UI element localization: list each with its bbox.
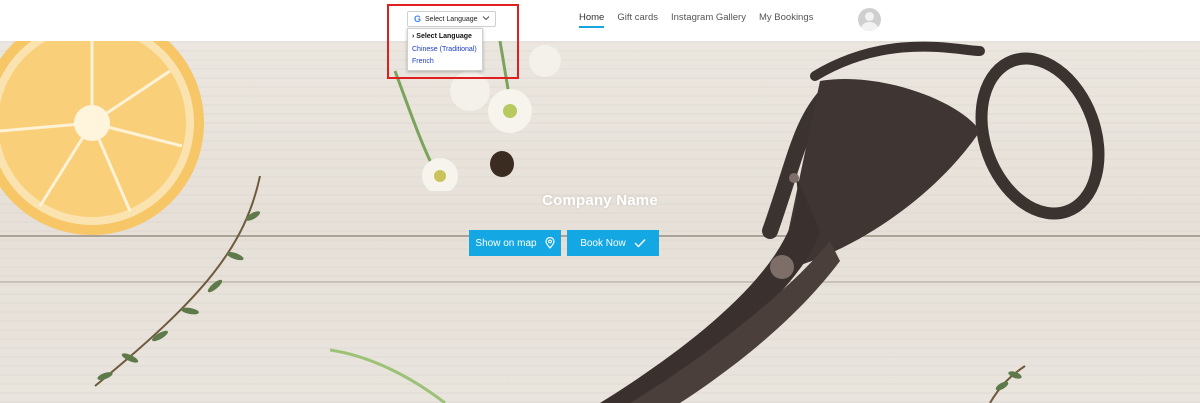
stem-image <box>330 348 446 403</box>
show-on-map-label: Show on map <box>475 237 537 249</box>
language-option-french[interactable]: French <box>412 56 478 69</box>
site-header: G Select Language Home Gift cards Instag… <box>0 0 1200 41</box>
google-icon: G <box>414 14 422 24</box>
avatar-head <box>865 12 874 21</box>
main-nav: Home Gift cards Instagram Gallery My Boo… <box>579 12 813 28</box>
language-option-chinese-traditional[interactable]: Chinese (Traditional) <box>412 44 478 57</box>
nav-gift-cards[interactable]: Gift cards <box>617 12 658 28</box>
language-dropdown-menu: › Select Language Chinese (Traditional) … <box>407 28 483 71</box>
language-option-select[interactable]: › Select Language <box>412 31 478 44</box>
hero-section: Company Name Show on map Book Now <box>0 41 1200 403</box>
language-select[interactable]: G Select Language <box>407 11 496 27</box>
language-select-label: Select Language <box>425 15 478 23</box>
checkmark-icon <box>634 238 646 248</box>
herb-sprig-image <box>94 176 261 387</box>
nav-home[interactable]: Home <box>579 12 605 28</box>
herb-sprig-image <box>989 365 1026 403</box>
nav-instagram-gallery[interactable]: Instagram Gallery <box>671 12 746 28</box>
avatar-body <box>861 22 878 31</box>
user-avatar-icon[interactable] <box>858 8 881 31</box>
map-pin-icon <box>544 237 555 249</box>
show-on-map-button[interactable]: Show on map <box>469 230 561 256</box>
book-now-button[interactable]: Book Now <box>567 230 659 256</box>
chevron-down-icon <box>482 14 490 24</box>
book-now-label: Book Now <box>580 237 626 249</box>
scissors-image <box>600 41 1105 403</box>
nav-my-bookings[interactable]: My Bookings <box>759 12 813 28</box>
company-name: Company Name <box>542 192 658 209</box>
